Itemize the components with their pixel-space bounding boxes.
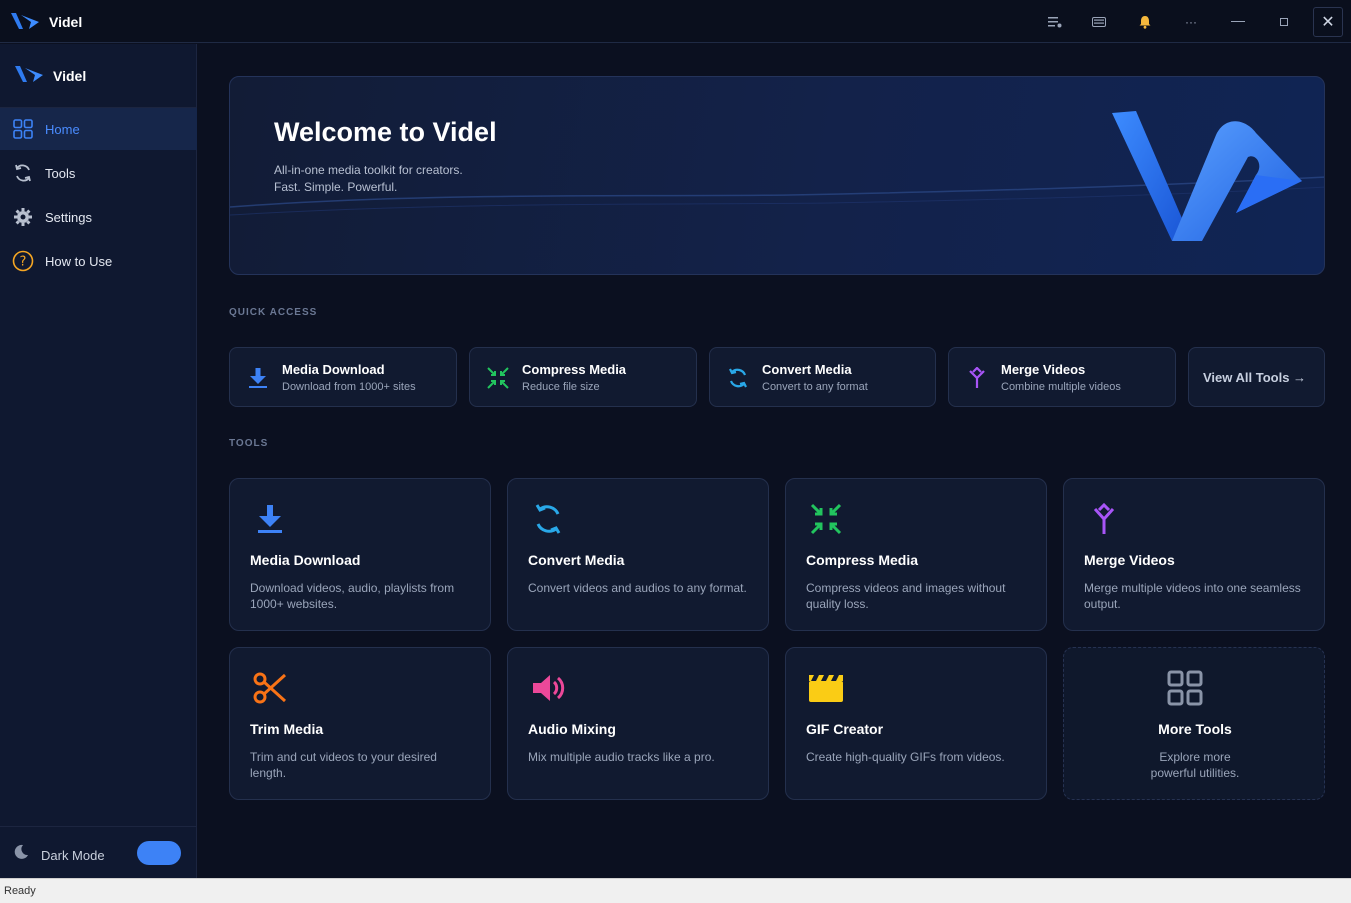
tool-title: More Tools	[1158, 721, 1232, 737]
tool-card-gif-creator[interactable]: GIF Creator Create high-quality GIFs fro…	[785, 647, 1047, 800]
quick-merge-videos[interactable]: Merge Videos Combine multiple videos	[948, 347, 1176, 407]
main-content: Welcome to Videl All-in-one media toolki…	[198, 44, 1351, 878]
tool-title: Media Download	[250, 552, 361, 568]
welcome-banner: Welcome to Videl All-in-one media toolki…	[229, 76, 1325, 275]
download-icon	[246, 366, 270, 390]
videl-logo-icon	[15, 66, 43, 82]
view-all-tools-button[interactable]: View All Tools →	[1188, 347, 1325, 407]
tool-card-trim-media[interactable]: Trim Media Trim and cut videos to your d…	[229, 647, 491, 800]
tool-desc: Convert videos and audios to any format.	[528, 581, 747, 595]
welcome-tagline: Fast. Simple. Powerful.	[274, 180, 398, 194]
tool-card-media-download[interactable]: Media Download Download videos, audio, p…	[229, 478, 491, 631]
tool-desc: Download videos, audio, playlists from 1…	[250, 581, 455, 611]
quick-item-desc: Convert to any format	[762, 381, 868, 393]
quick-item-desc: Reduce file size	[522, 381, 600, 393]
tool-title: Audio Mixing	[528, 721, 616, 737]
welcome-subtitle: All-in-one media toolkit for creators.	[274, 163, 463, 177]
sidebar-item-label: How to Use	[45, 254, 113, 269]
bell-icon[interactable]	[1131, 8, 1159, 36]
tool-desc: Mix multiple audio tracks like a pro.	[528, 750, 715, 764]
tools-heading: TOOLS	[229, 438, 269, 449]
more-icon[interactable]: ···	[1177, 8, 1205, 36]
compress-icon	[486, 366, 510, 390]
download-icon	[250, 499, 290, 539]
tool-title: Trim Media	[250, 721, 324, 737]
tool-title: Convert Media	[528, 552, 625, 568]
dark-mode-toggle[interactable]	[137, 841, 181, 865]
toggle-knob	[160, 844, 178, 862]
tool-title: GIF Creator	[806, 721, 884, 737]
sidebar-item-how-to-use[interactable]: ? How to Use	[0, 240, 197, 282]
quick-access-heading: QUICK ACCESS	[229, 307, 318, 318]
moon-icon	[14, 844, 28, 859]
gear-icon	[12, 206, 34, 228]
clapper-icon	[806, 668, 846, 708]
quick-item-title: Merge Videos	[1001, 362, 1086, 377]
quick-item-desc: Combine multiple videos	[1001, 381, 1121, 393]
merge-icon	[1084, 499, 1124, 539]
quick-item-title: Convert Media	[762, 362, 852, 377]
close-icon[interactable]: ✕	[1313, 7, 1343, 37]
keyboard-icon[interactable]	[1085, 8, 1113, 36]
svg-text:?: ?	[20, 255, 27, 270]
tool-title: Compress Media	[806, 552, 919, 568]
status-text: Ready	[4, 885, 36, 897]
help-icon: ?	[12, 250, 34, 272]
quick-item-title: Media Download	[282, 362, 385, 377]
quick-convert-media[interactable]: Convert Media Convert to any format	[709, 347, 936, 407]
convert-icon	[726, 366, 750, 390]
sidebar-item-settings[interactable]: Settings	[0, 196, 197, 238]
minimize-icon[interactable]	[1224, 8, 1252, 36]
sidebar-brand-name: Videl	[53, 68, 87, 84]
sidebar-item-home[interactable]: Home	[0, 108, 197, 150]
dark-mode-row: Dark Mode	[0, 826, 197, 878]
speaker-icon	[528, 668, 568, 708]
dark-mode-label: Dark Mode	[41, 848, 105, 863]
videl-large-logo-icon	[1112, 111, 1302, 241]
sidebar-item-label: Settings	[45, 210, 92, 225]
sidebar-item-label: Tools	[45, 166, 76, 181]
title-bar: Videl ··· ✕	[0, 0, 1351, 43]
tool-desc: Merge multiple videos into one seamless …	[1084, 581, 1301, 611]
sidebar-item-tools[interactable]: Tools	[0, 152, 197, 194]
scissors-icon	[250, 668, 290, 708]
sidebar-item-label: Home	[45, 122, 80, 137]
quick-compress-media[interactable]: Compress Media Reduce file size	[469, 347, 697, 407]
quick-item-title: Compress Media	[522, 362, 627, 377]
tool-title: Merge Videos	[1084, 552, 1175, 568]
tool-card-audio-mixing[interactable]: Audio Mixing Mix multiple audio tracks l…	[507, 647, 769, 800]
compress-icon	[806, 499, 846, 539]
grid-icon	[12, 118, 34, 140]
tool-card-compress-media[interactable]: Compress Media Compress videos and image…	[785, 478, 1047, 631]
sidebar-brand: Videl	[0, 44, 197, 108]
tool-card-merge-videos[interactable]: Merge Videos Merge multiple videos into …	[1063, 478, 1325, 631]
videl-logo-icon	[11, 13, 39, 29]
quick-media-download[interactable]: Media Download Download from 1000+ sites	[229, 347, 457, 407]
sidebar: Videl Home Tools Settings ? How to Use D…	[0, 44, 197, 878]
quick-item-desc: Download from 1000+ sites	[282, 381, 416, 393]
tool-desc: Compress videos and images without quali…	[806, 581, 1006, 611]
tool-desc: Create high-quality GIFs from videos.	[806, 750, 1005, 764]
view-all-tools-label: View All Tools →	[1203, 370, 1307, 385]
tool-desc: Trim and cut videos to your desired leng…	[250, 750, 437, 780]
welcome-title: Welcome to Videl	[274, 117, 497, 147]
maximize-icon[interactable]	[1270, 8, 1298, 36]
sync-icon	[12, 162, 34, 184]
convert-icon	[528, 499, 568, 539]
tool-card-more-tools[interactable]: More Tools Explore more powerful utiliti…	[1063, 647, 1325, 800]
tool-card-convert-media[interactable]: Convert Media Convert videos and audios …	[507, 478, 769, 631]
status-bar: Ready	[0, 878, 1351, 903]
merge-icon	[965, 366, 989, 390]
app-title: Videl	[49, 14, 83, 30]
grid-icon	[1165, 668, 1205, 708]
list-icon[interactable]	[1041, 8, 1069, 36]
tool-desc: Explore more powerful utilities.	[1150, 750, 1240, 780]
